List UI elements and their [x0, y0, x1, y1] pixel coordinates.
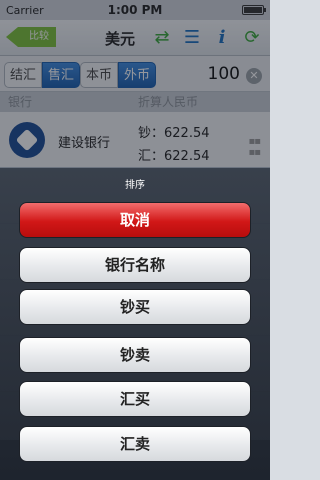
sort-by-spot-buy-button[interactable]: 汇买 — [19, 381, 251, 417]
action-sheet: 排序 取消 银行名称 钞买 钞卖 汇买 汇卖 — [0, 167, 270, 480]
sort-by-spot-sell-button[interactable]: 汇卖 — [19, 426, 251, 462]
sheet-title: 排序 — [125, 180, 145, 191]
sort-by-cash-buy-button[interactable]: 钞买 — [19, 289, 251, 325]
sort-by-cash-sell-button[interactable]: 钞卖 — [19, 337, 251, 373]
sort-by-bank-name-button[interactable]: 银行名称 — [19, 247, 251, 283]
cancel-button[interactable]: 取消 — [19, 202, 251, 238]
